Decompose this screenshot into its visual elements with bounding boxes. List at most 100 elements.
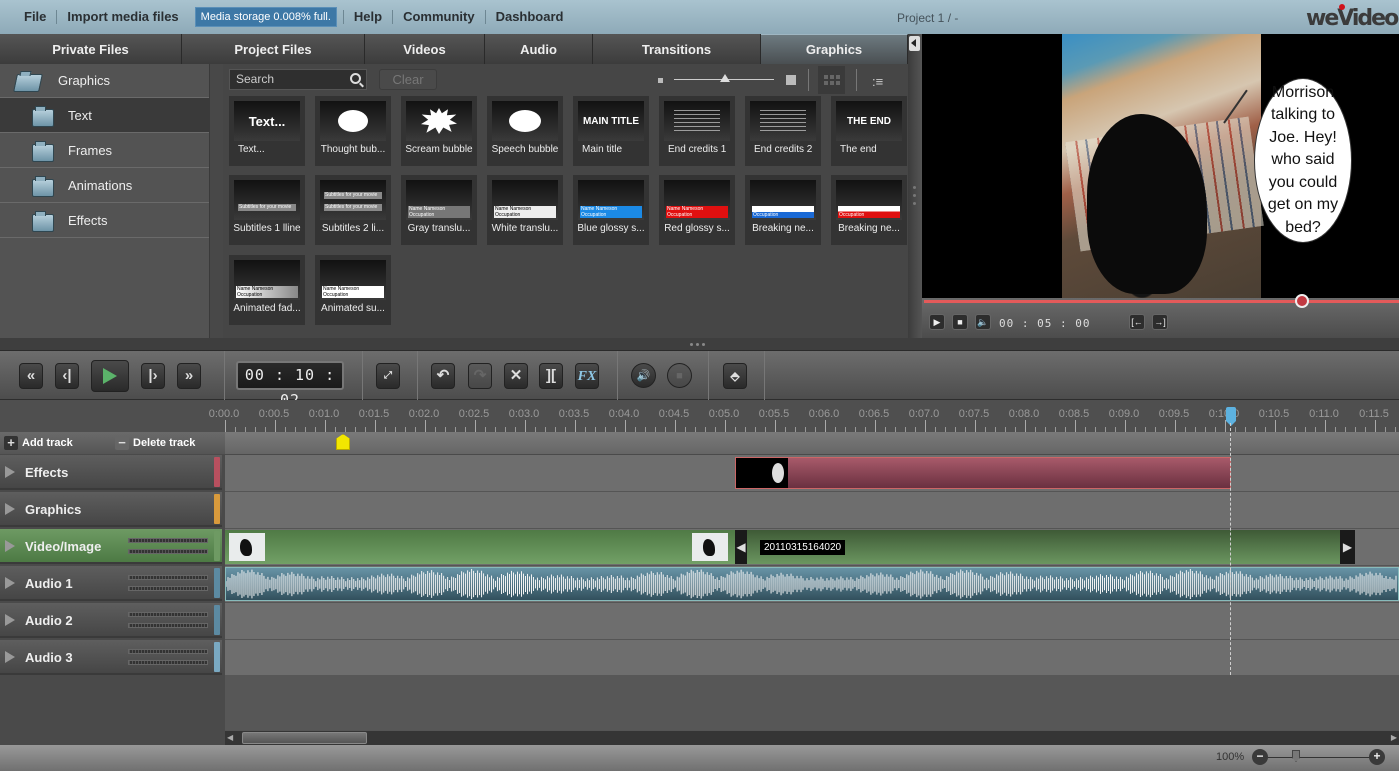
list-view-icon[interactable]: :≡ bbox=[872, 74, 883, 89]
add-track-icon[interactable]: + bbox=[4, 436, 18, 450]
preview-play-button[interactable]: ▶ bbox=[929, 314, 945, 330]
expand-arrow-icon[interactable] bbox=[5, 503, 15, 515]
track-header[interactable]: Video/Image bbox=[0, 529, 222, 564]
preview-scrubber[interactable] bbox=[924, 300, 1399, 303]
graphic-tile[interactable]: Subtitles for your movie Subtitles 1 llin… bbox=[229, 175, 305, 245]
menu-community[interactable]: Community bbox=[393, 10, 486, 24]
marker-lane[interactable] bbox=[225, 432, 1399, 454]
track-lane[interactable] bbox=[225, 640, 1399, 677]
panel-splitter[interactable] bbox=[908, 34, 922, 338]
undo-button[interactable]: ↶ bbox=[431, 363, 455, 389]
fullscreen-button[interactable]: ⤢ bbox=[376, 363, 400, 389]
thumbnail-size-slider-handle[interactable] bbox=[720, 74, 730, 82]
search-icon[interactable] bbox=[350, 73, 361, 84]
audio-clip[interactable] bbox=[225, 567, 1399, 601]
clip-trim-right-handle[interactable]: ▶ bbox=[1340, 530, 1355, 564]
zoom-slider-handle[interactable] bbox=[1292, 750, 1300, 762]
drag-handle-icon[interactable] bbox=[913, 186, 916, 189]
search-input[interactable]: Search bbox=[229, 69, 367, 90]
add-track-button[interactable]: Add track bbox=[22, 437, 73, 449]
graphic-tile[interactable]: Name Nameson Occupation White translu... bbox=[487, 175, 563, 245]
playhead-handle[interactable] bbox=[1226, 407, 1236, 426]
graphic-tile[interactable]: Name Nameson Occupation Breaking ne... bbox=[745, 175, 821, 245]
menu-import-media[interactable]: Import media files bbox=[57, 10, 188, 24]
zoom-in-button[interactable]: + bbox=[1369, 749, 1385, 765]
preview-stop-button[interactable]: ■ bbox=[952, 314, 968, 330]
tab-audio[interactable]: Audio bbox=[485, 34, 593, 64]
menu-help[interactable]: Help bbox=[342, 10, 394, 24]
graphic-tile[interactable]: Name Nameson Occupation Gray translu... bbox=[401, 175, 477, 245]
previous-frame-button[interactable]: ‹| bbox=[55, 363, 79, 389]
graphic-tile[interactable]: THE END The end bbox=[831, 96, 907, 166]
timeline-scrollbar[interactable]: ◀ ▶ bbox=[225, 730, 1399, 745]
graphic-tile[interactable]: Subtitles for your movie Subtitles for yo… bbox=[315, 175, 391, 245]
forward-to-end-button[interactable]: » bbox=[177, 363, 201, 389]
mark-in-button[interactable]: [← bbox=[1129, 314, 1145, 330]
tab-transitions[interactable]: Transitions bbox=[593, 34, 761, 64]
track-lane[interactable] bbox=[225, 603, 1399, 640]
tree-root-graphics[interactable]: Graphics bbox=[0, 64, 209, 98]
tree-item-effects[interactable]: Effects bbox=[0, 203, 209, 238]
mark-out-button[interactable]: →] bbox=[1152, 314, 1168, 330]
add-marker-button[interactable]: ⬘ bbox=[723, 363, 747, 389]
menu-file[interactable]: File bbox=[14, 10, 58, 24]
preview-scrubber-handle[interactable] bbox=[1295, 294, 1309, 308]
graphic-tile[interactable]: Name Nameson Occupation Red glossy s... bbox=[659, 175, 735, 245]
graphic-tile[interactable]: Text... Text... bbox=[229, 96, 305, 166]
tree-scrollbar[interactable] bbox=[209, 64, 223, 338]
delete-track-icon[interactable]: − bbox=[115, 436, 129, 450]
track-header[interactable]: Audio 3 bbox=[0, 640, 222, 675]
expand-arrow-icon[interactable] bbox=[5, 614, 15, 626]
zoom-out-button[interactable]: − bbox=[1252, 749, 1268, 765]
volume-button[interactable]: 🔊 bbox=[631, 363, 656, 388]
graphic-tile[interactable]: End credits 1 bbox=[659, 96, 735, 166]
tree-item-animations[interactable]: Animations bbox=[0, 168, 209, 203]
scrollbar-thumb[interactable] bbox=[242, 732, 367, 744]
graphic-tile[interactable]: Speech bubble bbox=[487, 96, 563, 166]
menu-dashboard[interactable]: Dashboard bbox=[486, 10, 574, 24]
graphic-tile[interactable]: MAIN TITLE Main title bbox=[573, 96, 649, 166]
timeline-ruler[interactable]: 0:00.0 0:00.5 0:01.0 0:01.5 0:02.0 0:02.5 0:03… bbox=[0, 400, 1399, 432]
grid-view-button[interactable] bbox=[818, 66, 845, 94]
redo-button[interactable]: ↷ bbox=[468, 363, 492, 389]
next-frame-button[interactable]: |› bbox=[141, 363, 165, 389]
camera-button[interactable]: ■ bbox=[667, 363, 692, 388]
delete-button[interactable]: ✕ bbox=[504, 363, 528, 389]
tab-graphics[interactable]: Graphics bbox=[761, 34, 908, 64]
rewind-to-start-button[interactable]: « bbox=[19, 363, 43, 389]
scroll-right-icon[interactable]: ▶ bbox=[1391, 733, 1397, 742]
horizontal-splitter[interactable] bbox=[0, 338, 1399, 351]
tree-item-frames[interactable]: Frames bbox=[0, 133, 209, 168]
collapse-left-icon[interactable] bbox=[909, 36, 920, 51]
graphic-tile[interactable]: End credits 2 bbox=[745, 96, 821, 166]
graphic-tile[interactable]: Name Nameson Occupation Animated su... bbox=[315, 255, 391, 325]
track-header[interactable]: Audio 1 bbox=[0, 566, 222, 601]
track-header[interactable]: Audio 2 bbox=[0, 603, 222, 638]
preview-volume-button[interactable]: 🔈 bbox=[975, 314, 991, 330]
track-lane[interactable] bbox=[225, 492, 1399, 529]
tab-private-files[interactable]: Private Files bbox=[0, 34, 182, 64]
graphic-tile[interactable]: Name Nameson Occupation Blue glossy s... bbox=[573, 175, 649, 245]
graphic-tile[interactable]: Name Nameson Occupation Breaking ne... bbox=[831, 175, 907, 245]
effects-clip[interactable] bbox=[735, 457, 1231, 489]
drag-handle-icon[interactable] bbox=[690, 343, 693, 346]
delete-track-button[interactable]: Delete track bbox=[133, 437, 195, 449]
expand-arrow-icon[interactable] bbox=[5, 577, 15, 589]
timeline-marker[interactable] bbox=[336, 434, 350, 450]
expand-arrow-icon[interactable] bbox=[5, 651, 15, 663]
split-button[interactable]: ][ bbox=[539, 363, 563, 389]
clip-trim-left-handle[interactable]: ◀ bbox=[735, 530, 747, 564]
track-header[interactable]: Graphics bbox=[0, 492, 222, 527]
graphic-tile[interactable]: Scream bubble bbox=[401, 96, 477, 166]
fx-button[interactable]: FX bbox=[575, 363, 599, 389]
zoom-slider[interactable] bbox=[1268, 757, 1370, 758]
clear-button[interactable]: Clear bbox=[379, 69, 437, 90]
tab-videos[interactable]: Videos bbox=[365, 34, 485, 64]
expand-arrow-icon[interactable] bbox=[5, 466, 15, 478]
video-clip-1[interactable] bbox=[225, 530, 735, 564]
play-button[interactable] bbox=[91, 360, 129, 392]
graphic-tile[interactable]: Thought bub... bbox=[315, 96, 391, 166]
graphic-tile[interactable]: Name Nameson Occupation Animated fad... bbox=[229, 255, 305, 325]
track-header[interactable]: Effects bbox=[0, 455, 222, 490]
scroll-left-icon[interactable]: ◀ bbox=[227, 733, 233, 742]
